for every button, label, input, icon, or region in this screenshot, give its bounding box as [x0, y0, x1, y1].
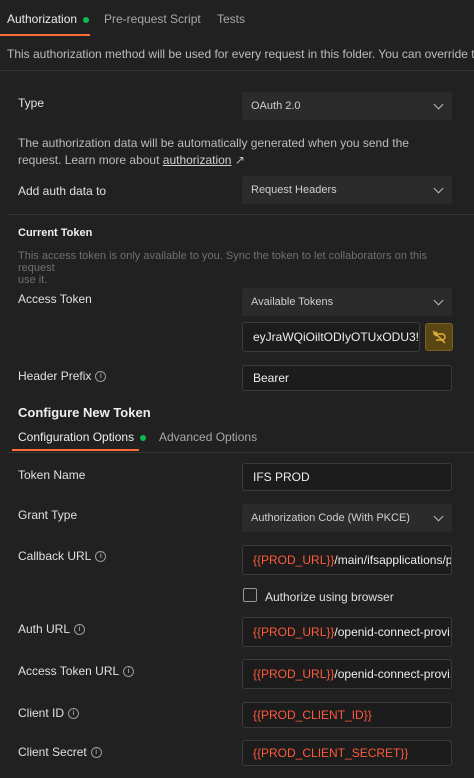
authorize-browser-label: Authorize using browser	[265, 590, 394, 604]
auth-url-path: /openid-connect-provi...	[334, 625, 452, 639]
tab-advanced-options[interactable]: Advanced Options	[159, 430, 257, 444]
grant-type-value: Authorization Code (With PKCE)	[251, 512, 410, 524]
auth-url-variable: {{PROD_URL}}	[253, 625, 335, 639]
client-id-variable: {{PROD_CLIENT_ID}}	[253, 708, 372, 722]
client-id-label: Client ID	[18, 706, 65, 720]
client-secret-variable: {{PROD_CLIENT_SECRET}}	[253, 746, 409, 760]
tab-authorization-label: Authorization	[7, 12, 78, 26]
authorize-browser-checkbox[interactable]	[243, 588, 257, 602]
access-token-label: Access Token	[18, 292, 92, 306]
token-value-field[interactable]: eyJraWQiOiltODIyOTUxODU3!...	[242, 322, 420, 352]
grant-type-select[interactable]: Authorization Code (With PKCE)	[242, 504, 452, 532]
tab-advanced-label: Advanced Options	[159, 430, 258, 444]
tab-configuration-options[interactable]: Configuration Options	[18, 430, 147, 444]
divider	[8, 214, 474, 215]
access-token-url-label-row: Access Token URL i	[18, 664, 135, 678]
info-circle-icon[interactable]: i	[74, 624, 86, 636]
token-value-text: eyJraWQiOiltODIyOTUxODU3!...	[253, 330, 420, 344]
type-label: Type	[18, 96, 45, 110]
tab-authorization[interactable]: Authorization	[7, 12, 90, 26]
tab-tests-label: Tests	[217, 12, 246, 26]
tab-pre-request-script[interactable]: Pre-request Script	[104, 12, 201, 26]
current-token-desc-line2: use it.	[18, 274, 48, 286]
add-auth-label: Add auth data to	[18, 184, 107, 198]
available-tokens-select[interactable]: Available Tokens	[242, 288, 452, 316]
callback-url-input[interactable]: {{PROD_URL}}/main/ifsapplications/p...	[242, 545, 452, 575]
tab-pre-request-label: Pre-request Script	[104, 12, 201, 26]
access-token-url-label: Access Token URL	[18, 664, 120, 678]
auth-description: The authorization data will be automatic…	[18, 135, 458, 169]
current-token-description: This access token is only available to y…	[18, 250, 458, 286]
token-name-input[interactable]: IFS PROD	[242, 463, 452, 491]
tab-bar: Authorization Pre-request Script Tests	[0, 0, 474, 36]
access-token-url-input[interactable]: {{PROD_URL}}/openid-connect-provi...	[242, 659, 452, 689]
token-name-value: IFS PROD	[253, 470, 310, 484]
info-circle-icon[interactable]: i	[95, 551, 107, 563]
chevron-down-icon	[433, 99, 444, 110]
client-id-input[interactable]: {{PROD_CLIENT_ID}}	[242, 702, 452, 728]
access-token-url-variable: {{PROD_URL}}	[253, 667, 335, 681]
tab-configuration-label: Configuration Options	[18, 430, 135, 444]
current-token-desc-line1: This access token is only available to y…	[18, 250, 428, 274]
header-prefix-label: Header Prefix	[18, 369, 92, 383]
add-auth-select-value: Request Headers	[251, 184, 337, 196]
callback-url-variable: {{PROD_URL}}	[253, 553, 335, 567]
tab-tests[interactable]: Tests	[217, 12, 245, 26]
auth-description-line1: The authorization data will be automatic…	[18, 136, 409, 150]
chevron-down-icon	[433, 295, 444, 306]
sync-token-button[interactable]	[425, 323, 453, 351]
divider	[0, 70, 474, 71]
authorization-indicator-dot	[83, 16, 90, 23]
info-circle-icon[interactable]: i	[123, 666, 135, 678]
chevron-down-icon	[433, 511, 444, 522]
auth-url-input[interactable]: {{PROD_URL}}/openid-connect-provi...	[242, 617, 452, 647]
chevron-down-icon	[433, 183, 444, 194]
info-circle-icon[interactable]: i	[90, 747, 102, 759]
type-select[interactable]: OAuth 2.0	[242, 92, 452, 120]
token-name-label: Token Name	[18, 468, 86, 482]
info-banner: This authorization method will be used f…	[7, 47, 474, 61]
add-auth-select[interactable]: Request Headers	[242, 176, 452, 204]
client-secret-input[interactable]: {{PROD_CLIENT_SECRET}}	[242, 740, 452, 766]
divider	[8, 452, 474, 453]
active-tab-underline	[0, 34, 90, 36]
header-prefix-value: Bearer	[253, 371, 290, 385]
grant-type-label: Grant Type	[18, 508, 78, 522]
configuration-indicator-dot	[140, 434, 147, 441]
info-circle-icon[interactable]: i	[95, 371, 107, 383]
client-secret-label: Client Secret	[18, 745, 87, 759]
info-circle-icon[interactable]: i	[68, 708, 80, 720]
auth-description-prefix: request. Learn more about	[18, 153, 163, 167]
current-token-title: Current Token	[18, 227, 93, 239]
auth-description-line2: request. Learn more about authorization …	[18, 152, 458, 169]
header-prefix-label-row: Header Prefix i	[18, 369, 107, 383]
sync-off-icon	[432, 330, 446, 344]
auth-url-label: Auth URL	[18, 622, 71, 636]
callback-url-label-row: Callback URL i	[18, 549, 107, 563]
client-secret-label-row: Client Secret i	[18, 745, 102, 759]
callback-url-label: Callback URL	[18, 549, 92, 563]
callback-url-path: /main/ifsapplications/p...	[334, 553, 452, 567]
authorization-link[interactable]: authorization	[163, 153, 232, 167]
external-link-arrow-icon: ↗	[234, 153, 245, 167]
active-subtab-underline	[12, 449, 139, 451]
client-id-label-row: Client ID i	[18, 706, 80, 720]
header-prefix-input[interactable]: Bearer	[242, 365, 452, 391]
auth-url-label-row: Auth URL i	[18, 622, 86, 636]
configure-token-title: Configure New Token	[18, 405, 151, 420]
type-select-value: OAuth 2.0	[251, 100, 301, 112]
available-tokens-value: Available Tokens	[251, 296, 334, 308]
access-token-url-path: /openid-connect-provi...	[334, 667, 452, 681]
